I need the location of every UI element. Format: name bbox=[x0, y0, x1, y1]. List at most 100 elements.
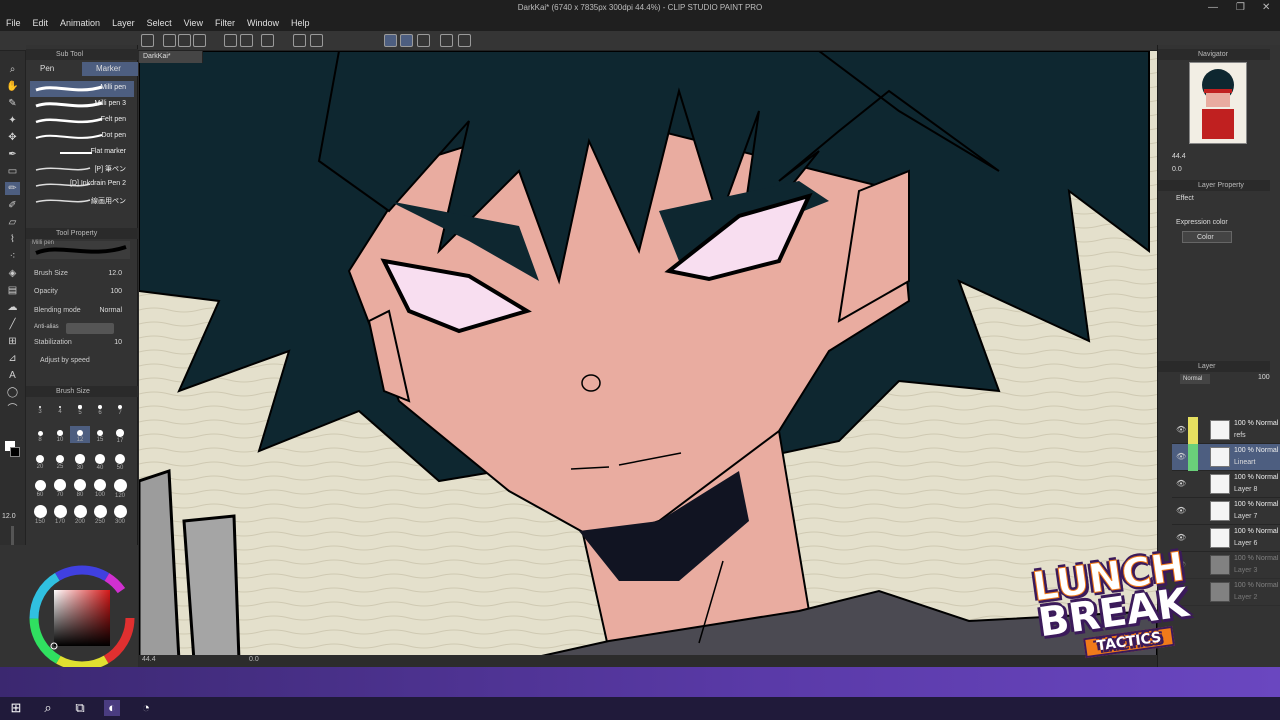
snap-special-icon[interactable] bbox=[400, 34, 413, 47]
brush-size-option[interactable]: 25 bbox=[50, 452, 70, 470]
eyedropper-tool-icon[interactable]: ✎ bbox=[5, 97, 20, 110]
brush-size-option[interactable]: 4 bbox=[50, 400, 70, 415]
brush-size-option[interactable]: 120 bbox=[110, 478, 130, 499]
fill-icon[interactable] bbox=[293, 34, 306, 47]
layer-blend-select[interactable]: Normal bbox=[1180, 374, 1210, 384]
brush-size-option[interactable]: 80 bbox=[70, 478, 90, 498]
brush-size-row[interactable]: Brush Size 12.0 bbox=[34, 270, 134, 282]
brush-size-option[interactable]: 50 bbox=[110, 452, 130, 471]
brush-item-milli-pen-3[interactable]: Milli pen 3 bbox=[30, 97, 134, 113]
layer-row[interactable]: 👁 100 % Normal Lineart bbox=[1172, 444, 1280, 471]
brush-size-option[interactable]: 7 bbox=[110, 400, 130, 416]
clip-studio-taskbar-icon[interactable]: ◐ bbox=[104, 700, 120, 716]
minimize-icon[interactable]: — bbox=[1208, 2, 1218, 13]
visibility-eye-icon[interactable]: 👁 bbox=[1176, 452, 1186, 461]
ruler-tool-icon[interactable]: ⊿ bbox=[5, 352, 20, 365]
menu-edit[interactable]: Edit bbox=[27, 17, 55, 31]
home-icon[interactable] bbox=[141, 34, 154, 47]
app-taskbar-icon[interactable]: ◔ bbox=[138, 700, 154, 716]
magic-wand-icon[interactable]: ✦ bbox=[5, 114, 20, 127]
blend-tool-icon[interactable]: ☁ bbox=[5, 301, 20, 314]
menu-window[interactable]: Window bbox=[241, 17, 285, 31]
visibility-eye-icon[interactable]: 👁 bbox=[1176, 506, 1186, 515]
brush-size-option[interactable]: 150 bbox=[30, 504, 50, 525]
snap-ruler-icon[interactable] bbox=[384, 34, 397, 47]
layer-row[interactable]: 👁 100 % Normal refs bbox=[1172, 417, 1280, 444]
transform-icon[interactable] bbox=[310, 34, 323, 47]
brush-size-option[interactable]: 12 bbox=[70, 426, 90, 444]
brush-size-option[interactable]: 60 bbox=[30, 478, 50, 498]
brush-size-option[interactable]: 6 bbox=[90, 400, 110, 416]
maximize-icon[interactable]: ❐ bbox=[1236, 2, 1245, 13]
gradient-tool-icon[interactable]: ▤ bbox=[5, 284, 20, 297]
brush-size-option[interactable]: 20 bbox=[30, 452, 50, 470]
save-icon[interactable] bbox=[193, 34, 206, 47]
brush-item-felt-pen[interactable]: Felt pen bbox=[30, 113, 134, 129]
brush-item-lineart-pen[interactable]: 線画用ペン bbox=[30, 193, 134, 209]
correct-line-icon[interactable]: ⌒ bbox=[5, 403, 20, 416]
brush-size-option[interactable]: 8 bbox=[30, 426, 50, 443]
text-tool-icon[interactable]: A bbox=[5, 369, 20, 382]
status-angle[interactable]: 0.0 bbox=[249, 656, 259, 663]
menu-file[interactable]: File bbox=[0, 17, 27, 31]
opacity-value[interactable]: 100 bbox=[110, 288, 122, 295]
visibility-eye-icon[interactable]: 👁 bbox=[1176, 479, 1186, 488]
brush-size-option[interactable]: 100 bbox=[90, 478, 110, 498]
hand-tool-icon[interactable]: ✋ bbox=[5, 80, 20, 93]
brush-item-fude-pen[interactable]: [P] 筆ペン bbox=[30, 161, 134, 177]
brush-size-option[interactable]: 15 bbox=[90, 426, 110, 443]
eraser-tool-icon[interactable]: ▱ bbox=[5, 216, 20, 229]
brush-size-option[interactable]: 10 bbox=[50, 426, 70, 443]
brush-item-inkdrain-pen[interactable]: [D] Inkdrain Pen 2 bbox=[30, 177, 134, 193]
menu-help[interactable]: Help bbox=[285, 17, 316, 31]
brush-tool-icon[interactable]: ⌇ bbox=[5, 233, 20, 246]
open-file-icon[interactable] bbox=[178, 34, 191, 47]
search-icon[interactable]: ⌕ bbox=[40, 700, 56, 716]
close-icon[interactable]: ✕ bbox=[1262, 2, 1270, 13]
visibility-eye-icon[interactable]: 👁 bbox=[1176, 533, 1186, 542]
menu-animation[interactable]: Animation bbox=[54, 17, 106, 31]
antialias-row[interactable]: Anti-alias bbox=[34, 323, 134, 335]
adjust-by-speed-row[interactable]: Adjust by speed bbox=[40, 357, 140, 369]
opacity-row[interactable]: Opacity 100 bbox=[34, 288, 134, 300]
brush-size-option[interactable]: 5 bbox=[70, 400, 90, 416]
tab-pen[interactable]: Pen bbox=[26, 62, 82, 76]
brush-size-option[interactable]: 250 bbox=[90, 504, 110, 525]
status-zoom[interactable]: 44.4 bbox=[142, 656, 156, 663]
brush-size-option[interactable]: 200 bbox=[70, 504, 90, 525]
brush-size-value[interactable]: 12.0 bbox=[108, 270, 122, 277]
menu-layer[interactable]: Layer bbox=[106, 17, 141, 31]
layer-opacity-value[interactable]: 100 bbox=[1258, 374, 1270, 381]
document-tab[interactable]: DarkKai* bbox=[139, 51, 203, 63]
redo-icon[interactable] bbox=[240, 34, 253, 47]
pencil-tool-icon[interactable]: ✐ bbox=[5, 199, 20, 212]
canvas[interactable] bbox=[139, 51, 1157, 661]
brush-size-option[interactable]: 3 bbox=[30, 400, 50, 415]
expression-color-select[interactable]: Color bbox=[1182, 231, 1232, 243]
task-view-icon[interactable]: ⧉ bbox=[72, 700, 88, 716]
navigator-angle[interactable]: 0.0 bbox=[1172, 166, 1182, 173]
brush-size-option[interactable]: 40 bbox=[90, 452, 110, 471]
tab-marker[interactable]: Marker bbox=[82, 62, 138, 76]
brush-size-option[interactable]: 300 bbox=[110, 504, 130, 525]
airbrush-tool-icon[interactable]: ⁖ bbox=[5, 250, 20, 263]
brush-size-option[interactable]: 170 bbox=[50, 504, 70, 525]
blending-value[interactable]: Normal bbox=[99, 307, 122, 314]
selection-tool-icon[interactable]: ▭ bbox=[5, 165, 20, 178]
layer-row[interactable]: 👁 100 % Normal Layer 7 bbox=[1172, 498, 1280, 525]
snap-grid-icon[interactable] bbox=[417, 34, 430, 47]
brush-item-dot-pen[interactable]: Dot pen bbox=[30, 129, 134, 145]
stabilization-value[interactable]: 10 bbox=[114, 339, 122, 346]
brush-size-option[interactable]: 17 bbox=[110, 426, 130, 444]
layer-row[interactable]: 👁 100 % Normal Layer 8 bbox=[1172, 471, 1280, 498]
deselect-icon[interactable] bbox=[261, 34, 274, 47]
windows-start-icon[interactable]: ⊞ bbox=[8, 700, 24, 716]
brush-item-flat-marker[interactable]: Flat marker bbox=[30, 145, 134, 161]
brush-item-milli-pen[interactable]: Milli pen bbox=[30, 81, 134, 97]
help-icon[interactable] bbox=[458, 34, 471, 47]
brush-size-option[interactable]: 30 bbox=[70, 452, 90, 471]
navigator-zoom[interactable]: 44.4 bbox=[1172, 153, 1186, 160]
new-file-icon[interactable] bbox=[163, 34, 176, 47]
stabilization-row[interactable]: Stabilization 10 bbox=[34, 339, 134, 351]
antialias-selector[interactable] bbox=[66, 323, 114, 334]
